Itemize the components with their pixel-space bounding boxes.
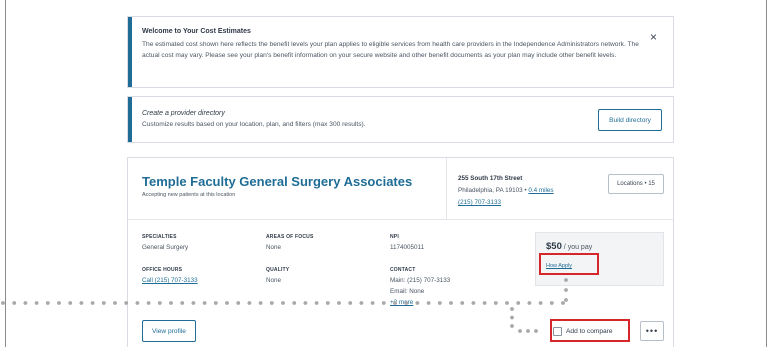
callout-dot <box>314 301 319 305</box>
callout-dot <box>437 301 442 305</box>
callout-dot <box>79 301 84 305</box>
callout-dot <box>348 301 353 305</box>
callout-dot <box>359 301 364 305</box>
callout-dot <box>12 301 17 305</box>
callout-dot <box>381 301 386 305</box>
callout-dot <box>561 301 565 305</box>
callout-dot <box>549 301 554 305</box>
callout-dot <box>505 301 509 305</box>
callout-dot <box>510 307 514 311</box>
callout-dot <box>415 301 420 305</box>
callout-dots-compare <box>510 307 538 333</box>
callout-dot <box>564 288 568 292</box>
callout-dot <box>526 329 530 333</box>
callout-dot <box>471 301 476 305</box>
callout-dot <box>534 329 538 333</box>
callout-dot <box>518 329 522 333</box>
callout-dot <box>493 301 498 305</box>
callout-dot <box>510 315 514 320</box>
highlight-how-applied <box>539 253 599 275</box>
callout-dot <box>135 301 140 305</box>
callout-dot <box>202 301 207 305</box>
callout-dot <box>247 301 252 305</box>
callout-dot <box>45 301 50 305</box>
callout-dot <box>101 301 106 305</box>
highlight-add-to-compare <box>550 319 630 342</box>
callout-dot <box>564 278 568 282</box>
callout-dot <box>258 301 263 305</box>
callout-dot <box>146 301 151 305</box>
callout-dot <box>213 301 218 305</box>
callout-dot <box>124 301 129 305</box>
callout-dot <box>527 301 532 305</box>
callout-dot <box>510 324 514 328</box>
callout-dot <box>482 301 487 305</box>
annotation-dotted-callouts <box>1 278 568 333</box>
callout-dot <box>449 301 453 305</box>
callout-dot <box>157 301 162 305</box>
callout-dot <box>113 301 117 305</box>
callout-dot <box>90 301 95 305</box>
callout-dot <box>538 301 543 305</box>
callout-dot <box>325 301 330 305</box>
callout-dot <box>269 301 274 305</box>
callout-dot <box>23 301 28 305</box>
callout-dot <box>460 301 465 305</box>
callout-dot <box>370 301 375 305</box>
callout-dots-horizontal <box>1 301 565 305</box>
callout-dot <box>191 301 196 305</box>
callout-dot <box>68 301 73 305</box>
callout-dot <box>225 301 229 305</box>
callout-dot <box>169 301 173 305</box>
callout-dot <box>1 301 5 305</box>
callout-dot <box>516 301 521 305</box>
callout-dot <box>180 301 185 305</box>
callout-dot <box>393 301 397 305</box>
callout-dot <box>426 301 431 305</box>
callout-dot <box>34 301 39 305</box>
callout-dot <box>337 301 341 305</box>
callout-dot <box>57 301 61 305</box>
callout-dot <box>281 301 285 305</box>
callout-dot <box>404 301 409 305</box>
callout-dot <box>236 301 241 305</box>
callout-dot <box>292 301 297 305</box>
callout-dots-vertical <box>564 278 568 302</box>
callout-dot <box>303 301 308 305</box>
callout-dot <box>564 298 568 302</box>
